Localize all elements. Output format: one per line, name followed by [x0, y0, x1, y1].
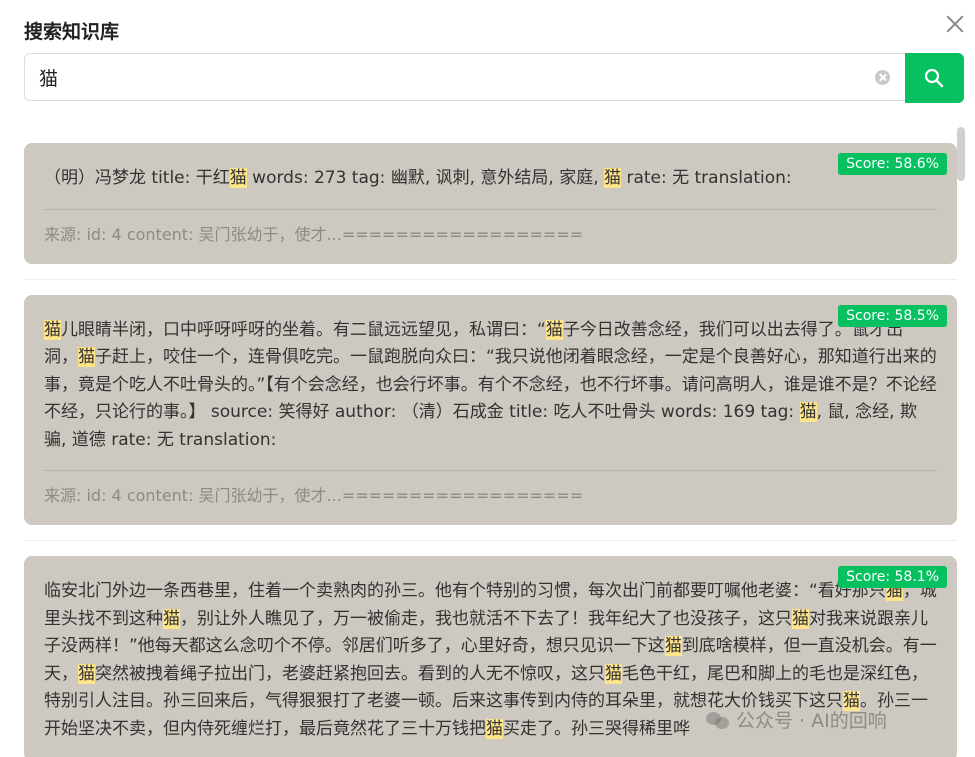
score-badge: Score: 58.1% [838, 566, 947, 588]
card-divider [44, 208, 937, 210]
result-text: rate: 无 translation: [621, 168, 792, 188]
result-separator [24, 278, 957, 280]
result-text: 儿眼睛半闭，口中呼呀呼呀的坐着。有二鼠远远望见，私谓曰：“ [61, 319, 546, 340]
keyword-highlight: 猫 [604, 168, 622, 188]
keyword-highlight: 猫 [545, 319, 563, 340]
score-badge: Score: 58.5% [838, 304, 947, 327]
search-input[interactable] [24, 53, 905, 101]
keyword-highlight: 猫 [605, 663, 622, 684]
result-text: words: 273 tag: 幽默, 讽刺, 意外结局, 家庭, [246, 168, 605, 188]
search-icon [924, 68, 944, 88]
wechat-icon [706, 710, 730, 730]
result-card[interactable]: Score: 58.6% （明）冯梦龙 title: 干红猫 words: 273… [24, 143, 957, 264]
result-text: 突然被拽着绳子拉出门，老婆赶紧抱回去。看到的人无不惊叹，这只 [95, 663, 605, 684]
search-button[interactable] [905, 53, 964, 103]
score-badge: Score: 58.6% [838, 153, 947, 175]
result-source: 来源: id: 4 content: 吴门张幼于，使才...==========… [44, 224, 584, 244]
results-list: Score: 58.6% （明）冯梦龙 title: 干红猫 words: 273… [24, 143, 957, 757]
keyword-highlight: 猫 [486, 718, 503, 739]
keyword-highlight: 猫 [78, 347, 95, 367]
keyword-highlight: 猫 [229, 168, 247, 188]
keyword-highlight: 猫 [799, 402, 817, 422]
clear-icon[interactable] [875, 70, 890, 85]
result-text: 买走了。孙三哭得稀里哗 [503, 718, 690, 739]
result-text: 临安北门外边一条西巷里，住着一个卖熟肉的孙三。他有个特别的习惯，每次出门前都要叮… [44, 581, 886, 601]
result-card[interactable]: Score: 58.5% 猫儿眼睛半闭，口中呼呀呼呀的坐着。有二鼠远远望见，私谓曰… [24, 294, 957, 525]
scrollbar-thumb[interactable] [957, 127, 965, 181]
keyword-highlight: 猫 [44, 319, 61, 340]
keyword-highlight: 猫 [163, 608, 180, 629]
result-content: 猫儿眼睛半闭，口中呼呀呼呀的坐着。有二鼠远远望见，私谓曰：“猫子今日改善念经，我… [44, 317, 937, 455]
result-separator [24, 540, 957, 541]
card-divider [44, 470, 937, 471]
result-source: 来源: id: 4 content: 吴门张幼于，使才...==========… [44, 486, 584, 505]
watermark: 公众号 · AI的回响 [706, 706, 887, 733]
watermark-text: 公众号 · AI的回响 [736, 710, 887, 732]
search-bar [24, 53, 964, 103]
result-text: （明）冯梦龙 title: 干红 [44, 168, 230, 188]
close-icon[interactable] [943, 12, 967, 36]
dialog-title: 搜索知识库 [24, 21, 120, 43]
result-content: （明）冯梦龙 title: 干红猫 words: 273 tag: 幽默, 讽刺… [44, 165, 937, 193]
result-text: ，别让外人瞧见了，万一被偷走，我也就活不下去了！我年纪大了也没孩子，这只 [180, 608, 792, 629]
keyword-highlight: 猫 [664, 636, 682, 656]
keyword-highlight: 猫 [792, 608, 809, 629]
keyword-highlight: 猫 [78, 663, 95, 684]
